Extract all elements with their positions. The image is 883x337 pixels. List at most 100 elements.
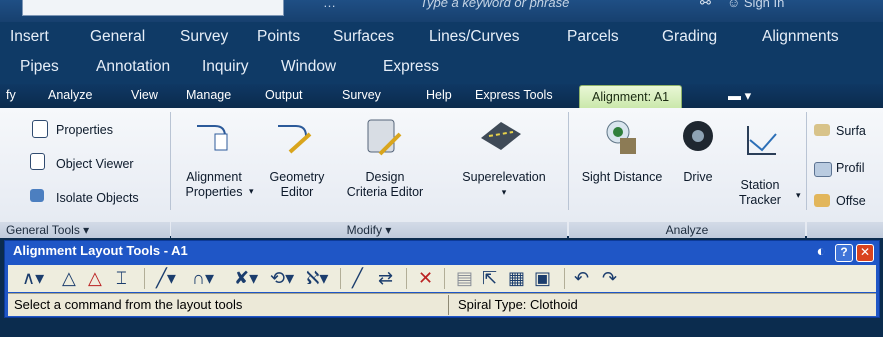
reverse-direction-icon[interactable]: ⇄: [378, 267, 393, 289]
profile-button[interactable]: Profil: [836, 161, 864, 175]
menu-pipes[interactable]: Pipes: [20, 58, 59, 76]
user-icon: ☺: [727, 0, 744, 10]
fixed-line-icon[interactable]: ╱▾: [156, 267, 176, 289]
edit-best-fit-icon[interactable]: ▤: [456, 267, 473, 289]
menu-bar-row-1: Insert General Survey Points Surfaces Li…: [0, 22, 883, 54]
tab-help[interactable]: Help: [426, 88, 452, 102]
free-line-icon[interactable]: ✘▾: [234, 267, 258, 289]
station-tracker-icon: [747, 126, 777, 155]
pi-insert-icon[interactable]: ∧▾: [22, 267, 44, 289]
design-criteria-line2: Criteria Editor: [346, 185, 424, 199]
alignment-properties-line2: Properties: [185, 185, 243, 199]
help-button[interactable]: ?: [835, 244, 853, 262]
station-tracker-line2: Tracker: [739, 193, 781, 207]
tab-express-tools[interactable]: Express Tools: [475, 88, 553, 102]
break-apart-pi-icon[interactable]: ⌶: [116, 267, 127, 289]
delete-subentity-icon[interactable]: ✕: [418, 267, 433, 289]
tab-view[interactable]: View: [131, 88, 158, 102]
insert-pi-icon[interactable]: △: [62, 267, 76, 289]
menu-lines-curves[interactable]: Lines/Curves: [429, 28, 519, 46]
search-input[interactable]: Type a keyword or phrase: [420, 0, 569, 10]
delete-pi-icon[interactable]: △: [88, 267, 102, 289]
menu-insert[interactable]: Insert: [10, 28, 49, 46]
drive-button[interactable]: Drive: [676, 170, 720, 185]
ribbon-panel: Properties Object Viewer Isolate Objects…: [0, 108, 883, 238]
menu-inquiry[interactable]: Inquiry: [202, 58, 249, 76]
general-tools-title: General Tools: [6, 223, 80, 237]
superelevation-button[interactable]: Superelevation ▾: [450, 170, 558, 200]
general-tools-panel-title[interactable]: General Tools ▾: [0, 222, 170, 238]
surface-button[interactable]: Surfa: [836, 124, 866, 138]
tab-alignment-a1[interactable]: Alignment: A1: [579, 85, 683, 109]
modify-panel-title[interactable]: Modify ▾: [171, 222, 567, 238]
sign-in-link[interactable]: ☺ Sign In: [727, 0, 784, 10]
layout-tools-status-bar: Select a command from the layout tools S…: [8, 293, 876, 316]
menu-express[interactable]: Express: [383, 58, 439, 76]
sight-distance-button[interactable]: Sight Distance: [572, 170, 672, 185]
offset-icon: [814, 194, 830, 207]
drawing-area-edge: [0, 318, 883, 337]
surface-icon: [814, 124, 830, 136]
tab-analyze[interactable]: Analyze: [48, 88, 92, 102]
chevron-down-icon: ▾: [501, 187, 507, 197]
geometry-editor-line2: Editor: [280, 185, 314, 199]
tab-modify[interactable]: fy: [6, 88, 16, 102]
redo-icon[interactable]: ↷: [602, 267, 617, 289]
object-viewer-icon: [30, 153, 45, 170]
chevron-down-icon: ▾: [83, 223, 90, 237]
pick-subentity-icon[interactable]: ⇱: [482, 267, 497, 289]
drive-label: Drive: [683, 170, 713, 184]
workspace-dropdown[interactable]: [22, 0, 284, 16]
launch-pad-panel-title: [807, 222, 883, 238]
tab-output[interactable]: Output: [265, 88, 303, 102]
object-viewer-button[interactable]: Object Viewer: [56, 157, 134, 171]
properties-icon: [32, 120, 48, 138]
fixed-curve-icon[interactable]: ∩▾: [192, 267, 214, 289]
undo-icon[interactable]: ↶: [574, 267, 589, 289]
superelevation-icon: [481, 122, 521, 150]
menu-window[interactable]: Window: [281, 58, 336, 76]
station-tracker-button[interactable]: Station Tracker: [728, 178, 792, 208]
geometry-editor-line1: Geometry: [269, 170, 325, 184]
menu-surfaces[interactable]: Surfaces: [333, 28, 394, 46]
menu-annotation[interactable]: Annotation: [96, 58, 170, 76]
menu-alignments[interactable]: Alignments: [762, 28, 839, 46]
binoculars-icon[interactable]: ⚯: [700, 0, 711, 11]
convert-line-icon[interactable]: ╱: [352, 267, 363, 289]
free-curve-icon[interactable]: ⟲▾: [270, 267, 294, 289]
station-tracker-line1: Station: [740, 178, 780, 192]
isolate-objects-icon: [30, 189, 44, 202]
menu-survey[interactable]: Survey: [180, 28, 228, 46]
layout-tools-title: Alignment Layout Tools - A1: [13, 243, 188, 258]
spiral-icon[interactable]: ℵ▾: [306, 267, 328, 289]
chevron-down-icon[interactable]: ▾: [796, 190, 801, 201]
tab-manage[interactable]: Manage: [186, 88, 231, 102]
analyze-panel-title: Analyze: [569, 222, 805, 238]
menu-grading[interactable]: Grading: [662, 28, 717, 46]
title-strip: … Type a keyword or phrase ⚯ ☺ Sign In: [0, 0, 883, 22]
ribbon-minimize-icon[interactable]: ▬ ▾: [728, 88, 751, 104]
ribbon-tab-bar: fy Analyze View Manage Output Survey Hel…: [0, 84, 883, 109]
status-message: Select a command from the layout tools: [14, 297, 243, 312]
autodesk-icon[interactable]: ◐: [813, 244, 829, 260]
properties-button[interactable]: Properties: [56, 123, 113, 137]
offset-button[interactable]: Offse: [836, 194, 866, 208]
sign-in-label: Sign In: [743, 0, 785, 10]
isolate-objects-button[interactable]: Isolate Objects: [56, 191, 139, 205]
menu-parcels[interactable]: Parcels: [567, 28, 619, 46]
design-criteria-editor-button[interactable]: Design Criteria Editor: [340, 170, 430, 200]
spiral-type-status: Spiral Type: Clothoid: [458, 297, 578, 312]
tab-survey[interactable]: Survey: [342, 88, 381, 102]
sight-distance-icon: [606, 120, 636, 154]
sub-entity-editor-icon[interactable]: ▦: [508, 267, 525, 289]
close-button[interactable]: ✕: [856, 244, 874, 262]
geometry-editor-icon: [278, 125, 312, 154]
geometry-editor-button[interactable]: Geometry Editor: [262, 170, 332, 200]
menu-general[interactable]: General: [90, 28, 145, 46]
menu-points[interactable]: Points: [257, 28, 300, 46]
design-criteria-editor-icon: [367, 119, 402, 156]
alignment-properties-button[interactable]: Alignment Properties: [183, 170, 245, 200]
chevron-down-icon[interactable]: ▾: [249, 186, 254, 197]
layout-tools-toolbar: ∧▾ △ △ ⌶ ╱▾ ∩▾ ✘▾ ⟲▾ ℵ▾ ╱ ⇄ ✕ ▤ ⇱ ▦ ▣ ↶ …: [8, 265, 876, 292]
alignment-grid-view-icon[interactable]: ▣: [534, 267, 551, 289]
